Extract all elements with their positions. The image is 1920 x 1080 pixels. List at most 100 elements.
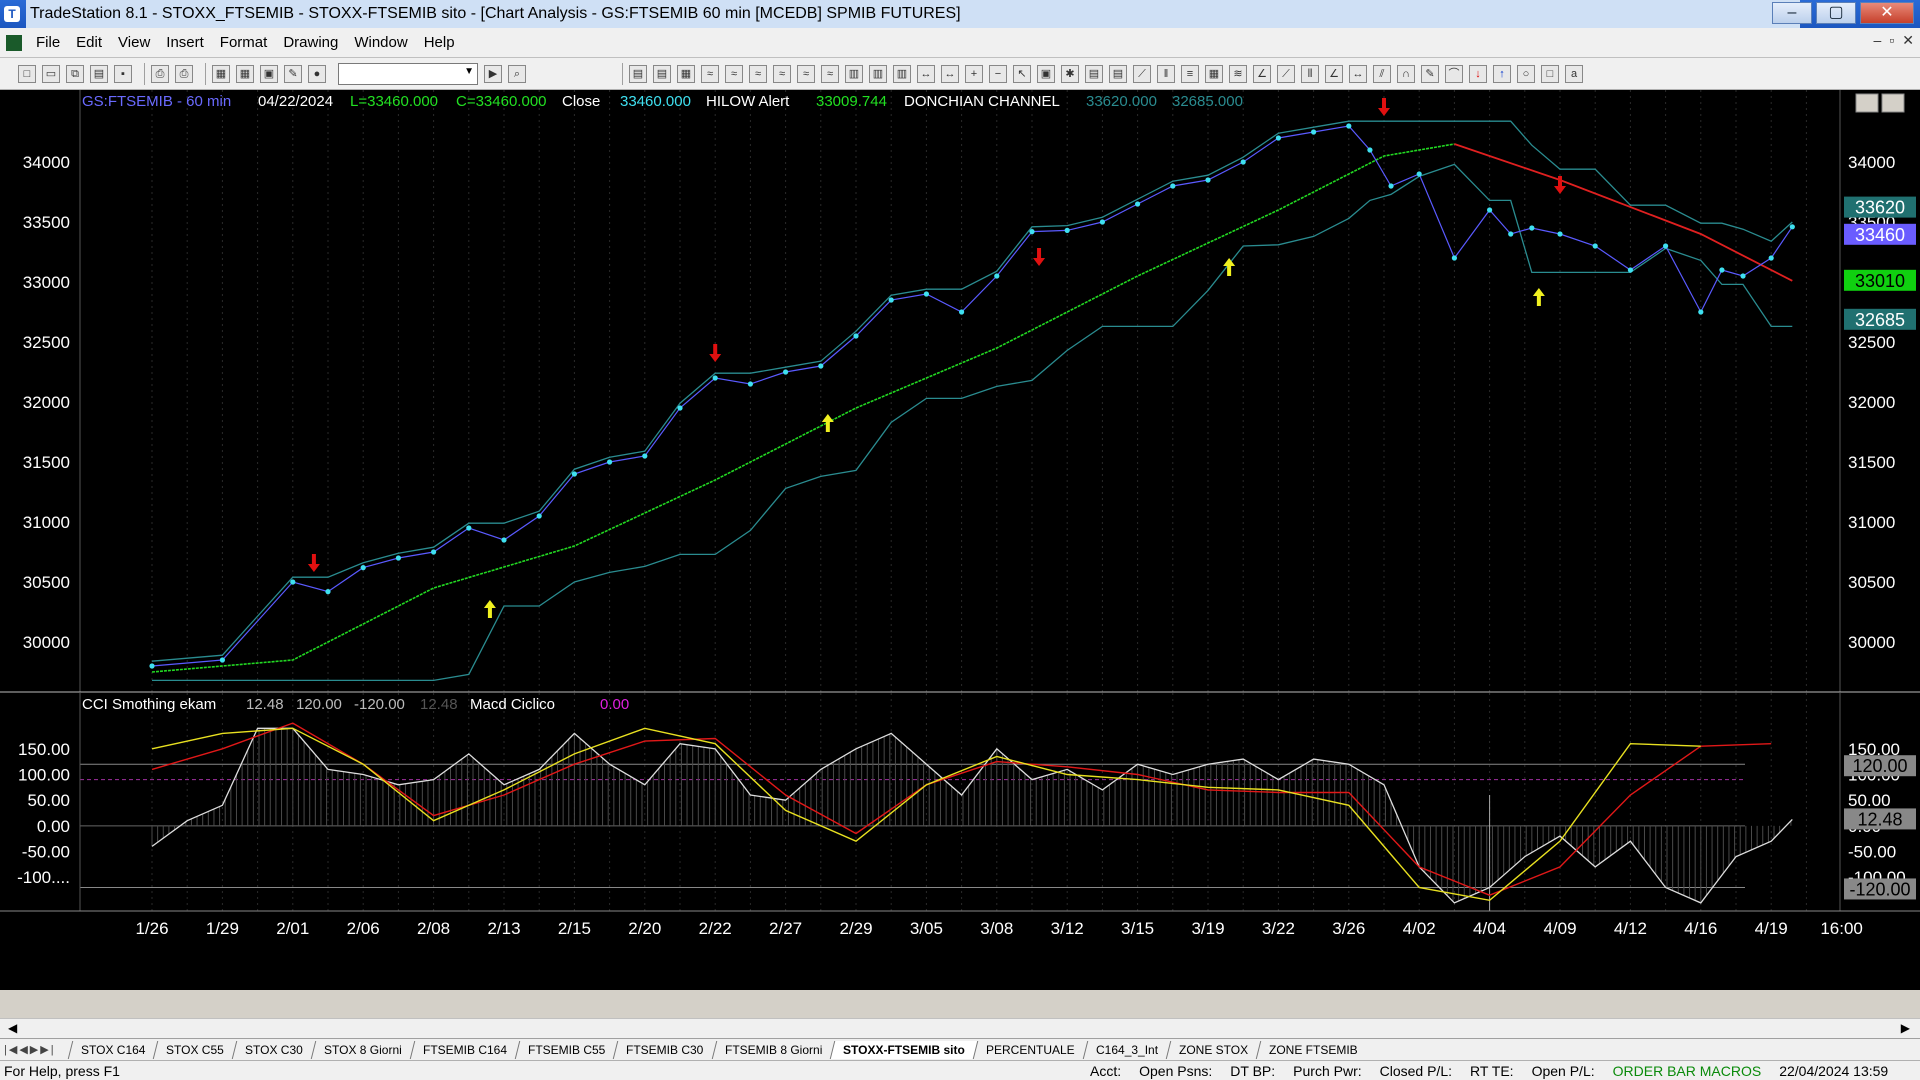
ellipse-icon[interactable]: ○ — [1517, 64, 1535, 83]
parallel-icon[interactable]: ⫽ — [1373, 64, 1391, 83]
price-point — [642, 453, 648, 459]
lock-icon[interactable]: ▣ — [260, 64, 278, 83]
angle2-icon[interactable]: ∠ — [1325, 64, 1343, 83]
mdi-restore-button[interactable]: ▫ — [1889, 32, 1894, 49]
tab-ftsemib-c164[interactable]: FTSEMIB C164 — [409, 1040, 520, 1059]
panel-restore-button[interactable] — [1881, 93, 1905, 113]
ind-val-4: 12.48 — [420, 696, 458, 713]
hilo-icon[interactable]: ▥ — [893, 64, 911, 83]
menu-insert[interactable]: Insert — [158, 34, 212, 51]
workspace-icon[interactable]: ▤ — [90, 64, 108, 83]
print-preview-icon[interactable]: ⎙ — [175, 64, 193, 83]
mdi-minimize-button[interactable]: – — [1874, 32, 1882, 49]
window-icon[interactable]: ▦ — [212, 64, 230, 83]
arc-icon[interactable]: ∩ — [1397, 64, 1415, 83]
pointer-icon[interactable]: ↖ — [1013, 64, 1031, 83]
tab-percentuale[interactable]: PERCENTUALE — [972, 1040, 1087, 1059]
compress-icon[interactable]: ↔ — [941, 64, 959, 83]
scroll-left-icon[interactable]: ◀ — [8, 1021, 17, 1035]
price-point — [1508, 231, 1514, 237]
menu-drawing[interactable]: Drawing — [275, 34, 346, 51]
insert-icon[interactable]: ▣ — [1037, 64, 1055, 83]
menu-help[interactable]: Help — [416, 34, 463, 51]
zoom-out-icon[interactable]: − — [989, 64, 1007, 83]
tab-stox-c164[interactable]: STOX C164 — [67, 1040, 158, 1059]
pen-icon[interactable]: ✎ — [1421, 64, 1439, 83]
wrench-icon[interactable]: ✱ — [1061, 64, 1079, 83]
layout1-icon[interactable]: ▤ — [629, 64, 647, 83]
zoom-icon[interactable]: ⌕ — [508, 64, 526, 83]
fan-icon[interactable]: ⟋ — [1277, 64, 1295, 83]
horizontal-scrollbar[interactable]: ◀ ▶ — [0, 1018, 1920, 1038]
save-icon[interactable]: ▪ — [114, 64, 132, 83]
menu-view[interactable]: View — [110, 34, 158, 51]
grid-icon[interactable]: ▦ — [677, 64, 695, 83]
chart2-icon[interactable]: ≈ — [725, 64, 743, 83]
tab-ftsemib-c55[interactable]: FTSEMIB C55 — [514, 1040, 618, 1059]
scroll-right-icon[interactable]: ▶ — [1901, 1021, 1910, 1035]
vlines-icon[interactable]: ‖ — [1157, 64, 1175, 83]
chart6-icon[interactable]: ≈ — [821, 64, 839, 83]
bar-chart-icon[interactable]: ▥ — [845, 64, 863, 83]
open-icon[interactable]: ▭ — [42, 64, 60, 83]
menu-window[interactable]: Window — [346, 34, 415, 51]
price-point — [219, 657, 225, 663]
gann-icon[interactable]: ▦ — [1205, 64, 1223, 83]
zoom-in-icon[interactable]: + — [965, 64, 983, 83]
menu-format[interactable]: Format — [212, 34, 276, 51]
legend-close-label: Close — [562, 93, 600, 110]
trendline-icon[interactable]: ⟋ — [1133, 64, 1151, 83]
menu-file[interactable]: File — [28, 34, 68, 51]
tab-stox-c30[interactable]: STOX C30 — [232, 1040, 316, 1059]
tab-nav-arrows[interactable]: |◀◀▶▶| — [0, 1043, 70, 1056]
tab-ftsemib-c30[interactable]: FTSEMIB C30 — [613, 1040, 716, 1059]
globe-icon[interactable]: ● — [308, 64, 326, 83]
chart-icon[interactable]: ≈ — [701, 64, 719, 83]
candle-icon[interactable]: ▥ — [869, 64, 887, 83]
menu-edit[interactable]: Edit — [68, 34, 110, 51]
tab-c164-3-int[interactable]: C164_3_Int — [1082, 1040, 1170, 1059]
x-tick-label: 4/04 — [1473, 919, 1506, 938]
panel-minimize-button[interactable] — [1855, 93, 1879, 113]
range-icon[interactable]: ↔ — [1349, 64, 1367, 83]
chart3-icon[interactable]: ≈ — [749, 64, 767, 83]
print-icon[interactable]: ⎙ — [151, 64, 169, 83]
minimize-button[interactable]: – — [1772, 2, 1812, 24]
status-macros[interactable]: ORDER BAR MACROS — [1613, 1063, 1762, 1079]
tools-icon[interactable]: ✎ — [284, 64, 302, 83]
layers-icon[interactable]: ▤ — [1109, 64, 1127, 83]
tab-zone-ftsemib[interactable]: ZONE FTSEMIB — [1255, 1040, 1370, 1059]
rectangle-icon[interactable]: □ — [1541, 64, 1559, 83]
symbol-combo[interactable] — [338, 62, 478, 85]
chart5-icon[interactable]: ≈ — [797, 64, 815, 83]
data-icon[interactable]: ▤ — [1085, 64, 1103, 83]
angle-icon[interactable]: ∠ — [1253, 64, 1271, 83]
fib-icon[interactable]: ≋ — [1229, 64, 1247, 83]
price-y-tick-right: 31000 — [1848, 513, 1895, 532]
chart4-icon[interactable]: ≈ — [773, 64, 791, 83]
copy-icon[interactable]: ⧉ — [66, 64, 84, 83]
tab-ftsemib-8-giorni[interactable]: FTSEMIB 8 Giorni — [711, 1040, 835, 1059]
maximize-button[interactable]: ▢ — [1816, 2, 1856, 24]
close-button[interactable]: ✕ — [1860, 2, 1914, 24]
arrow-down-icon[interactable]: ↓ — [1469, 64, 1487, 83]
arrow-up-icon[interactable]: ↑ — [1493, 64, 1511, 83]
hlines-icon[interactable]: ≡ — [1181, 64, 1199, 83]
x-tick-label: 3/12 — [1051, 919, 1084, 938]
price-point — [747, 381, 754, 387]
period-icon[interactable]: ⫴ — [1301, 64, 1319, 83]
arrow-right-icon[interactable]: ▶ — [484, 64, 502, 83]
curve-icon[interactable]: ⌒ — [1445, 64, 1463, 83]
tab-zone-stox[interactable]: ZONE STOX — [1165, 1040, 1260, 1059]
chart-canvas[interactable]: 30000 30000 30500 30500 31000 31000 31500 31500… — [0, 90, 1920, 990]
new-icon[interactable]: □ — [18, 64, 36, 83]
tab-stox-8-giorni[interactable]: STOX 8 Giorni — [310, 1040, 415, 1059]
layout2-icon[interactable]: ▤ — [653, 64, 671, 83]
tab-stox-c55[interactable]: STOX C55 — [153, 1040, 237, 1059]
expand-icon[interactable]: ↔ — [917, 64, 935, 83]
text-icon[interactable]: a — [1565, 64, 1583, 83]
window2-icon[interactable]: ▦ — [236, 64, 254, 83]
mdi-close-button[interactable]: ✕ — [1902, 32, 1914, 49]
status-acct: Acct: — [1090, 1062, 1122, 1079]
tab-stoxx-ftsemib-sito[interactable]: STOXX-FTSEMIB sito — [829, 1040, 978, 1059]
